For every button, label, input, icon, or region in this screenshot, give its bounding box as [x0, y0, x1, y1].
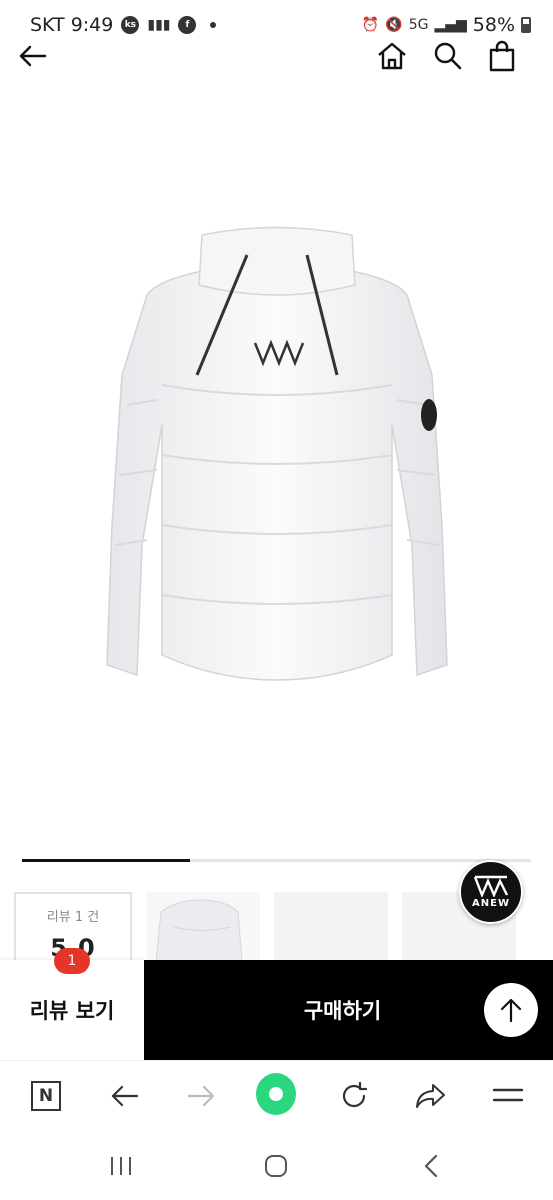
refresh-button[interactable] — [334, 1076, 374, 1116]
share-button[interactable] — [410, 1076, 450, 1116]
arrow-up-icon — [500, 998, 522, 1023]
recents-button[interactable] — [101, 1150, 141, 1182]
refresh-icon — [342, 1081, 368, 1108]
review-count: 리뷰 1 건 — [46, 910, 100, 925]
browser-toolbar: N — [0, 1060, 553, 1130]
home-button[interactable] — [372, 36, 412, 76]
shopping-bag-icon — [489, 40, 515, 72]
brand-badge[interactable]: ANEW — [459, 860, 523, 924]
jacket-thumbnail-icon — [155, 899, 243, 963]
home-icon — [265, 1155, 287, 1177]
thumbnail-jacket[interactable] — [146, 892, 260, 970]
white-puffer-jacket-image — [105, 226, 448, 681]
menu-button[interactable] — [488, 1076, 528, 1116]
buy-label: 구매하기 — [303, 999, 382, 1023]
product-image[interactable] — [0, 90, 553, 850]
naver-home-button[interactable]: N — [26, 1076, 66, 1116]
review-count-badge: 1 — [54, 948, 90, 974]
browser-back-button[interactable] — [104, 1076, 144, 1116]
system-home-button[interactable] — [256, 1150, 296, 1182]
action-bar: 리뷰 보기 1 구매하기 — [0, 948, 553, 1060]
recents-icon — [111, 1157, 131, 1175]
browser-forward-button[interactable] — [182, 1076, 222, 1116]
menu-icon — [492, 1088, 524, 1102]
brand-name: ANEW — [472, 898, 510, 909]
more-notifications-icon — [210, 22, 217, 28]
back-icon — [424, 1154, 438, 1178]
cart-button[interactable] — [482, 36, 522, 76]
share-icon — [416, 1084, 445, 1108]
scroll-top-button[interactable] — [484, 983, 538, 1037]
view-reviews-label: 리뷰 보기 — [29, 999, 115, 1023]
arrow-left-icon — [19, 45, 47, 67]
green-dot-button[interactable] — [256, 1073, 296, 1115]
back-arrow-icon — [111, 1085, 139, 1107]
android-nav-bar — [0, 1130, 553, 1200]
gallery-progress-fill — [22, 859, 190, 862]
gallery-progress-track — [22, 859, 531, 862]
home-icon — [378, 42, 406, 70]
app-header — [0, 30, 553, 80]
system-back-button[interactable] — [411, 1150, 451, 1182]
search-icon — [434, 42, 462, 70]
thumbnail-2[interactable] — [274, 892, 388, 970]
n-icon: N — [31, 1081, 61, 1111]
green-dot-icon — [256, 1073, 296, 1115]
view-reviews-button[interactable]: 리뷰 보기 — [0, 960, 144, 1060]
search-button[interactable] — [428, 36, 468, 76]
back-button[interactable] — [12, 36, 52, 76]
forward-arrow-icon — [187, 1085, 215, 1107]
anew-logo-icon — [473, 875, 509, 897]
